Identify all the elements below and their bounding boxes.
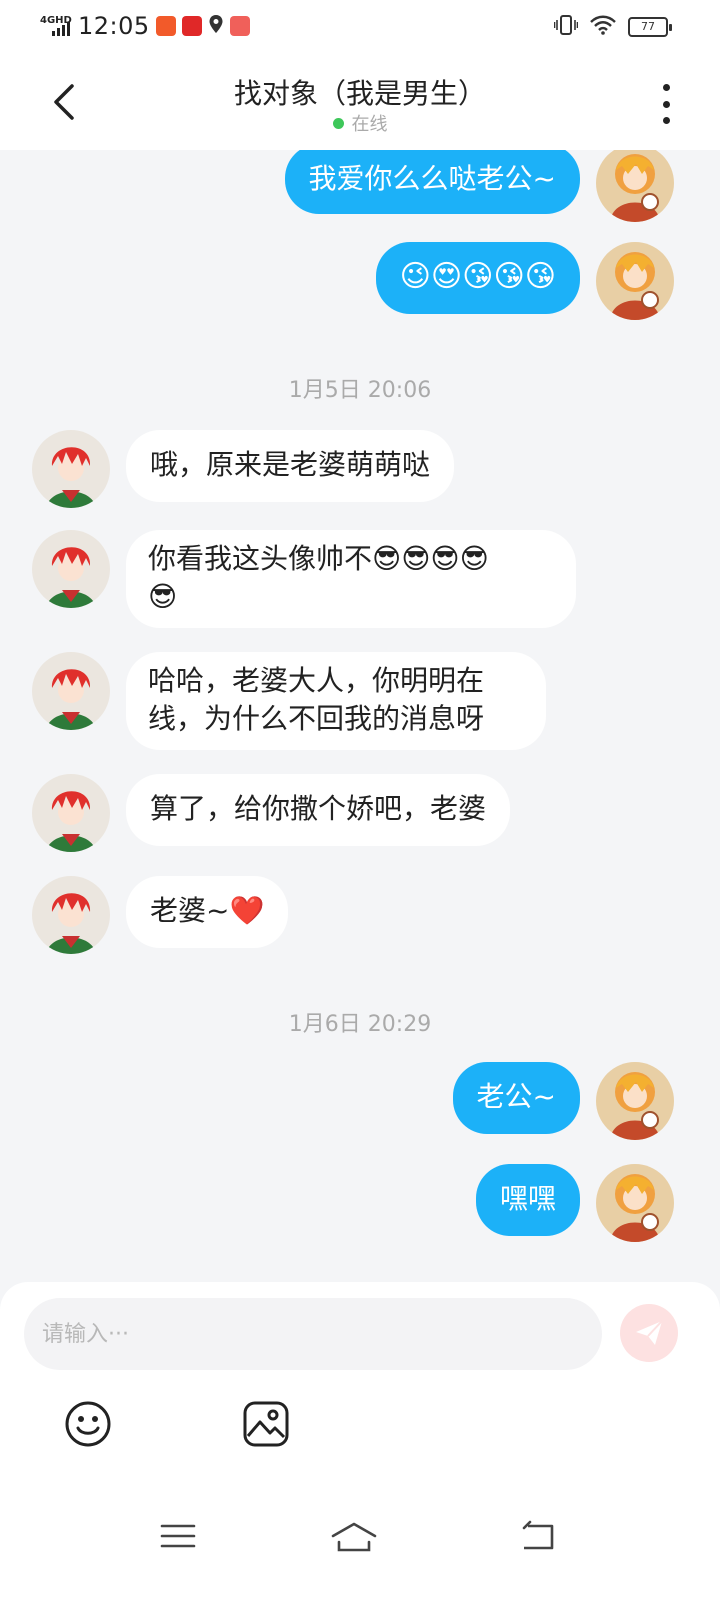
message-text: 😉😍😘😘😘: [399, 259, 556, 294]
signal-bars-icon: [52, 22, 70, 36]
message-text: 算了，给你撒个娇吧，老婆: [150, 792, 487, 825]
status-bar-left: 4GHD 12:05: [40, 12, 250, 40]
message-text: 老婆~❤️: [150, 894, 265, 927]
app-notification-icon: [229, 16, 250, 36]
more-options-button[interactable]: [658, 84, 674, 124]
message-list[interactable]: 我爱你么么哒老公~ 😉😍😘😘😘 1月5日 20:06 哦，原来是老婆萌萌哒 你看…: [0, 150, 720, 1280]
menu-icon: [160, 1524, 196, 1548]
back-icon: [522, 1520, 554, 1550]
battery-level: 77: [641, 20, 655, 33]
avatar-self[interactable]: [596, 1062, 674, 1140]
chat-title: 找对象（我是男生）: [233, 77, 486, 110]
message-text: 老公~: [476, 1080, 556, 1113]
location-pin-icon: [208, 14, 224, 38]
menu-nav-button[interactable]: [158, 1516, 198, 1556]
image-icon: [243, 1401, 289, 1447]
message-bubble-incoming[interactable]: 哈哈，老婆大人，你明明在 线，为什么不回我的消息呀: [126, 652, 546, 750]
send-icon: [636, 1320, 663, 1345]
avatar-self[interactable]: [596, 150, 674, 222]
app-notification-icon: [155, 16, 176, 36]
more-vertical-icon: [662, 84, 670, 91]
emoji-icon: [65, 1401, 111, 1447]
signal-indicator: 4GHD: [40, 14, 72, 38]
online-status-label: 在线: [351, 114, 388, 135]
message-bubble-incoming[interactable]: 哦，原来是老婆萌萌哒: [126, 430, 455, 502]
message-text-line: 线，为什么不回我的消息呀: [148, 702, 485, 735]
system-nav-bar: [0, 1496, 720, 1600]
status-bar-right: 77: [553, 14, 672, 40]
app-notification-icon: [181, 16, 202, 36]
status-bar: 4GHD 12:05 77: [0, 0, 720, 56]
vibrate-icon: [553, 14, 579, 40]
message-input[interactable]: [24, 1298, 602, 1370]
timestamp-divider: 1月5日 20:06: [288, 378, 432, 403]
emoji-button[interactable]: [64, 1400, 112, 1448]
home-nav-button[interactable]: [330, 1516, 378, 1556]
send-button[interactable]: [620, 1304, 678, 1362]
more-vertical-icon: [662, 117, 670, 124]
message-text: 嘿嘿: [499, 1182, 556, 1215]
message-text: 我爱你么么哒老公~: [308, 162, 556, 195]
avatar-contact[interactable]: [32, 774, 110, 852]
clock: 12:05: [78, 12, 150, 40]
online-dot-icon: [332, 118, 344, 129]
message-bubble-outgoing[interactable]: 😉😍😘😘😘: [375, 242, 580, 314]
avatar-self[interactable]: [596, 1164, 674, 1242]
more-vertical-icon: [662, 100, 670, 108]
message-bubble-incoming[interactable]: 老婆~❤️: [126, 876, 289, 948]
message-text-line: 你看我这头像帅不😎😎😎😎: [148, 542, 489, 575]
home-icon: [331, 1522, 377, 1552]
timestamp-divider: 1月6日 20:29: [288, 1012, 432, 1037]
message-text-line: 哈哈，老婆大人，你明明在: [148, 664, 485, 697]
avatar-contact[interactable]: [32, 652, 110, 730]
avatar-contact[interactable]: [32, 876, 110, 954]
online-status: 在线: [0, 110, 720, 136]
message-bubble-outgoing[interactable]: 我爱你么么哒老公~: [284, 150, 580, 214]
chat-header: 找对象（我是男生） 在线: [0, 56, 720, 150]
message-bubble-outgoing[interactable]: 老公~: [452, 1062, 580, 1134]
battery-indicator: 77: [628, 17, 672, 37]
image-button[interactable]: [242, 1400, 290, 1448]
avatar-contact[interactable]: [32, 530, 110, 608]
message-text: 哦，原来是老婆萌萌哒: [150, 448, 431, 481]
message-bubble-incoming[interactable]: 算了，给你撒个娇吧，老婆: [126, 774, 511, 846]
message-text-line: 😎: [148, 580, 178, 613]
message-bubble-outgoing[interactable]: 嘿嘿: [475, 1164, 580, 1236]
avatar-self[interactable]: [596, 242, 674, 320]
message-bubble-incoming[interactable]: 你看我这头像帅不😎😎😎😎 😎: [126, 530, 576, 628]
wifi-icon: [590, 15, 616, 39]
back-nav-button[interactable]: [518, 1516, 558, 1556]
avatar-contact[interactable]: [32, 430, 110, 508]
